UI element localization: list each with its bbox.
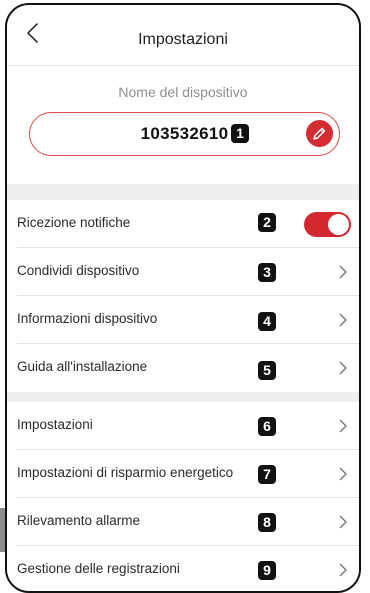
device-name-value: 103532610 [140, 124, 229, 143]
notification-toggle[interactable] [304, 212, 351, 237]
step-badge-8: 8 [258, 513, 276, 532]
row-share-device[interactable]: Condividi dispositivo 3 [7, 248, 359, 296]
section-separator [7, 184, 359, 200]
section-separator [7, 392, 359, 402]
row-recording-management[interactable]: Gestione delle registrazioni 9 [7, 546, 359, 591]
toggle-knob [328, 214, 349, 235]
device-name-field[interactable]: 103532610 1 [29, 112, 340, 156]
row-device-info[interactable]: Informazioni dispositivo 4 [7, 296, 359, 344]
chevron-right-icon [339, 467, 347, 481]
row-settings[interactable]: Impostazioni 6 [7, 402, 359, 450]
edit-name-button[interactable] [306, 120, 333, 147]
row-label: Impostazioni [17, 417, 93, 432]
chevron-right-icon [339, 563, 347, 577]
phone-frame: Impostazioni Nome del dispositivo 103532… [5, 3, 361, 593]
row-installation-guide[interactable]: Guida all'installazione 5 [7, 344, 359, 392]
step-badge-6: 6 [258, 417, 276, 436]
row-label: Condividi dispositivo [17, 263, 140, 278]
app-header: Impostazioni [7, 5, 359, 66]
step-badge-3: 3 [258, 263, 276, 282]
row-label: Informazioni dispositivo [17, 311, 158, 326]
step-badge-4: 4 [258, 312, 276, 331]
step-badge-2: 2 [258, 213, 276, 232]
row-energy-saving[interactable]: Impostazioni di risparmio energetico 7 [7, 450, 359, 498]
device-name-section: Nome del dispositivo 103532610 1 [7, 66, 359, 184]
chevron-right-icon [339, 265, 347, 279]
row-label: Ricezione notifiche [17, 215, 131, 230]
step-badge-1: 1 [231, 124, 249, 143]
device-name-label: Nome del dispositivo [118, 84, 248, 100]
step-badge-7: 7 [258, 465, 276, 484]
row-alarm-detection[interactable]: Rilevamento allarme 8 [7, 498, 359, 546]
step-badge-9: 9 [258, 561, 276, 580]
page-title: Impostazioni [138, 31, 228, 48]
row-notification-reception[interactable]: Ricezione notifiche 2 [7, 200, 359, 248]
chevron-right-icon [339, 515, 347, 529]
chevron-right-icon [339, 361, 347, 375]
row-label: Impostazioni di risparmio energetico [17, 465, 234, 480]
row-label: Guida all'installazione [17, 359, 148, 374]
chevron-right-icon [339, 313, 347, 327]
pencil-icon [313, 127, 326, 140]
row-label: Gestione delle registrazioni [17, 561, 180, 576]
step-badge-5: 5 [258, 361, 276, 380]
chevron-right-icon [339, 419, 347, 433]
row-label: Rilevamento allarme [17, 513, 141, 528]
